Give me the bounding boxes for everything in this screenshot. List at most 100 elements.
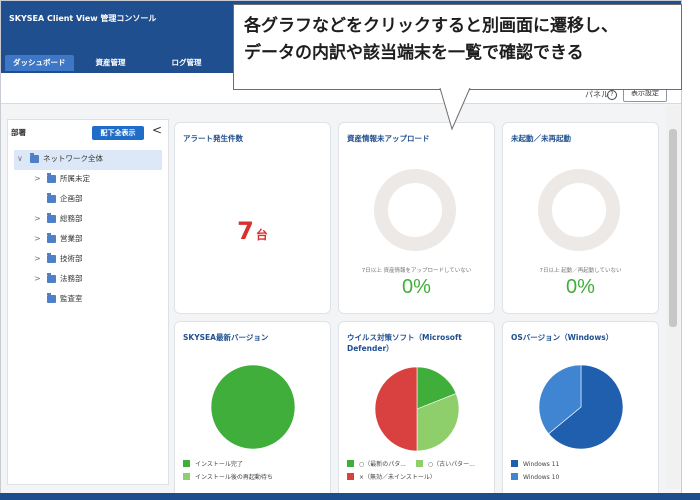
department-tree: ∨ ネットワーク全体 > 所属未定 企画部 > 総務部 > 営業部 > 技術部 … xyxy=(14,150,162,310)
os-version-card[interactable]: OSバージョン（Windows） Windows 11 Windows 10 xyxy=(502,321,659,493)
card-title-line: Defender） xyxy=(347,344,394,353)
expand-caret-icon[interactable]: ∨ xyxy=(17,150,25,168)
legend-label: Windows 11 xyxy=(523,461,560,468)
tree-node-unassigned[interactable]: > 所属未定 xyxy=(14,170,162,190)
card-note: 7日以上 資産情報をアップロードしていない xyxy=(361,268,472,274)
skysea-version-card[interactable]: SKYSEA最新バージョン インストール完了 インストール後の再起動待ち xyxy=(174,321,331,493)
card-title: SKYSEA最新バージョン xyxy=(183,333,269,342)
folder-icon xyxy=(47,173,56,183)
legend-swatch xyxy=(511,460,518,467)
legend-item[interactable]: ○（古いパター... xyxy=(415,460,475,470)
sidebar-title: 部署 xyxy=(11,128,26,137)
legend-swatch xyxy=(347,473,354,480)
legend-item[interactable]: インストール完了 xyxy=(183,460,273,473)
tree-node-label: ネットワーク全体 xyxy=(43,154,103,163)
tab-log-management[interactable]: ログ管理 xyxy=(164,55,210,71)
card-title: アラート発生件数 xyxy=(183,134,243,143)
tree-node-sales[interactable]: > 営業部 xyxy=(14,230,162,250)
help-icon[interactable]: ? xyxy=(607,90,617,100)
annotation-callout: 各グラフなどをクリックすると別画面に遷移し、 データの内訳や該当端末を一覧で確認… xyxy=(233,4,682,90)
folder-icon xyxy=(47,253,56,263)
tree-node-engineering[interactable]: > 技術部 xyxy=(14,250,162,270)
card-title: ウイルス対策ソフト（Microsoft Defender） xyxy=(347,332,462,354)
legend-swatch xyxy=(183,473,190,480)
alert-count-card[interactable]: アラート発生件数 7台 xyxy=(174,122,331,314)
department-sidebar: 部署 配下全表示 < ∨ ネットワーク全体 > 所属未定 企画部 > 総務部 >… xyxy=(7,119,169,485)
scrollbar-thumb[interactable] xyxy=(669,129,677,327)
asset-upload-card[interactable]: 資産情報未アップロード 7日以上 資産情報をアップロードしていない 0% xyxy=(338,122,495,314)
callout-pointer xyxy=(439,87,471,131)
legend-label: Windows 10 xyxy=(523,474,560,481)
legend-item[interactable]: ○（最新のパタ... xyxy=(347,460,406,470)
skysea-version-pie[interactable] xyxy=(210,364,296,450)
legend-label: ○（最新のパタ... xyxy=(359,461,406,468)
vertical-scrollbar[interactable] xyxy=(666,105,680,489)
legend-swatch xyxy=(183,460,190,467)
pie-slice-3[interactable] xyxy=(374,366,418,452)
tree-node-label: 所属未定 xyxy=(60,174,90,183)
callout-line: 各グラフなどをクリックすると別画面に遷移し、 xyxy=(244,16,618,36)
not-started-card[interactable]: 未起動／未再起動 7日以上 起動／再起動していない 0% xyxy=(502,122,659,314)
tree-node-label: 監査室 xyxy=(60,294,83,303)
tree-node-label: 技術部 xyxy=(60,254,83,263)
legend-swatch xyxy=(347,460,354,467)
expand-caret-icon[interactable]: > xyxy=(34,270,42,288)
tab-dashboard[interactable]: ダッシュボード xyxy=(5,55,74,71)
tree-node-label: 総務部 xyxy=(60,214,83,223)
chart-legend: Windows 11 Windows 10 xyxy=(511,460,559,486)
card-title: 未起動／未再起動 xyxy=(511,134,571,143)
app-title: SKYSEA Client View 管理コンソール xyxy=(9,14,157,23)
alert-count-number: 7 xyxy=(237,217,254,245)
antivirus-card[interactable]: ウイルス対策ソフト（Microsoft Defender） ○（最新のパタ... … xyxy=(338,321,495,493)
expand-caret-icon[interactable]: > xyxy=(34,210,42,228)
expand-caret-icon[interactable]: > xyxy=(34,250,42,268)
legend-item[interactable]: ×（無効／未インストール） xyxy=(347,473,475,486)
card-title: 資産情報未アップロード xyxy=(347,134,430,143)
legend-item[interactable]: インストール後の再起動待ち xyxy=(183,473,273,486)
alert-count-value[interactable]: 7台 xyxy=(175,217,330,245)
antivirus-pie[interactable] xyxy=(374,366,460,452)
expand-caret-icon[interactable]: > xyxy=(34,230,42,248)
legend-label: ○（古いパター... xyxy=(427,461,475,468)
collapse-sidebar-icon[interactable]: < xyxy=(152,123,162,137)
legend-swatch xyxy=(511,473,518,480)
asset-upload-donut[interactable] xyxy=(372,167,458,253)
legend-label: インストール完了 xyxy=(195,461,243,468)
card-note: 7日以上 起動／再起動していない xyxy=(539,268,622,274)
donut-ring xyxy=(374,169,456,251)
panel-label: パネル xyxy=(585,90,609,99)
alert-count-unit: 台 xyxy=(255,228,268,242)
folder-icon xyxy=(47,233,56,243)
tree-node-general-affairs[interactable]: > 総務部 xyxy=(14,210,162,230)
tree-node-legal[interactable]: > 法務部 xyxy=(14,270,162,290)
folder-icon xyxy=(30,153,39,163)
tree-node-label: 企画部 xyxy=(60,194,83,203)
tree-node-label: 法務部 xyxy=(60,274,83,283)
legend-swatch xyxy=(415,460,423,467)
card-title-line: ウイルス対策ソフト（Microsoft xyxy=(347,333,462,342)
folder-icon xyxy=(47,273,56,283)
tree-node-network-all[interactable]: ∨ ネットワーク全体 xyxy=(14,150,162,170)
bottom-strip xyxy=(0,493,700,500)
legend-row: ○（最新のパタ... ○（古いパター... xyxy=(347,460,475,473)
folder-icon xyxy=(47,213,56,223)
asset-upload-percent[interactable]: 0% xyxy=(339,276,494,299)
show-all-button[interactable]: 配下全表示 xyxy=(92,126,144,140)
not-started-percent[interactable]: 0% xyxy=(503,276,658,299)
folder-icon xyxy=(47,293,56,303)
chart-legend: ○（最新のパタ... ○（古いパター... ×（無効／未インストール） xyxy=(347,460,475,486)
pie-slice-1[interactable] xyxy=(210,364,296,450)
expand-caret-icon[interactable]: > xyxy=(34,170,42,188)
donut-ring xyxy=(538,169,620,251)
legend-item[interactable]: Windows 11 xyxy=(511,460,559,473)
tab-asset-management[interactable]: 資産管理 xyxy=(88,55,134,71)
folder-icon xyxy=(47,193,56,203)
tree-node-label: 営業部 xyxy=(60,234,83,243)
legend-item[interactable]: Windows 10 xyxy=(511,473,559,486)
not-started-donut[interactable] xyxy=(536,167,622,253)
tree-node-planning[interactable]: 企画部 xyxy=(14,190,162,210)
tree-node-audit[interactable]: 監査室 xyxy=(14,290,162,310)
callout-line: データの内訳や該当端末を一覧で確認できる xyxy=(244,43,584,63)
os-version-pie[interactable] xyxy=(538,364,624,450)
chart-legend: インストール完了 インストール後の再起動待ち xyxy=(183,460,273,486)
